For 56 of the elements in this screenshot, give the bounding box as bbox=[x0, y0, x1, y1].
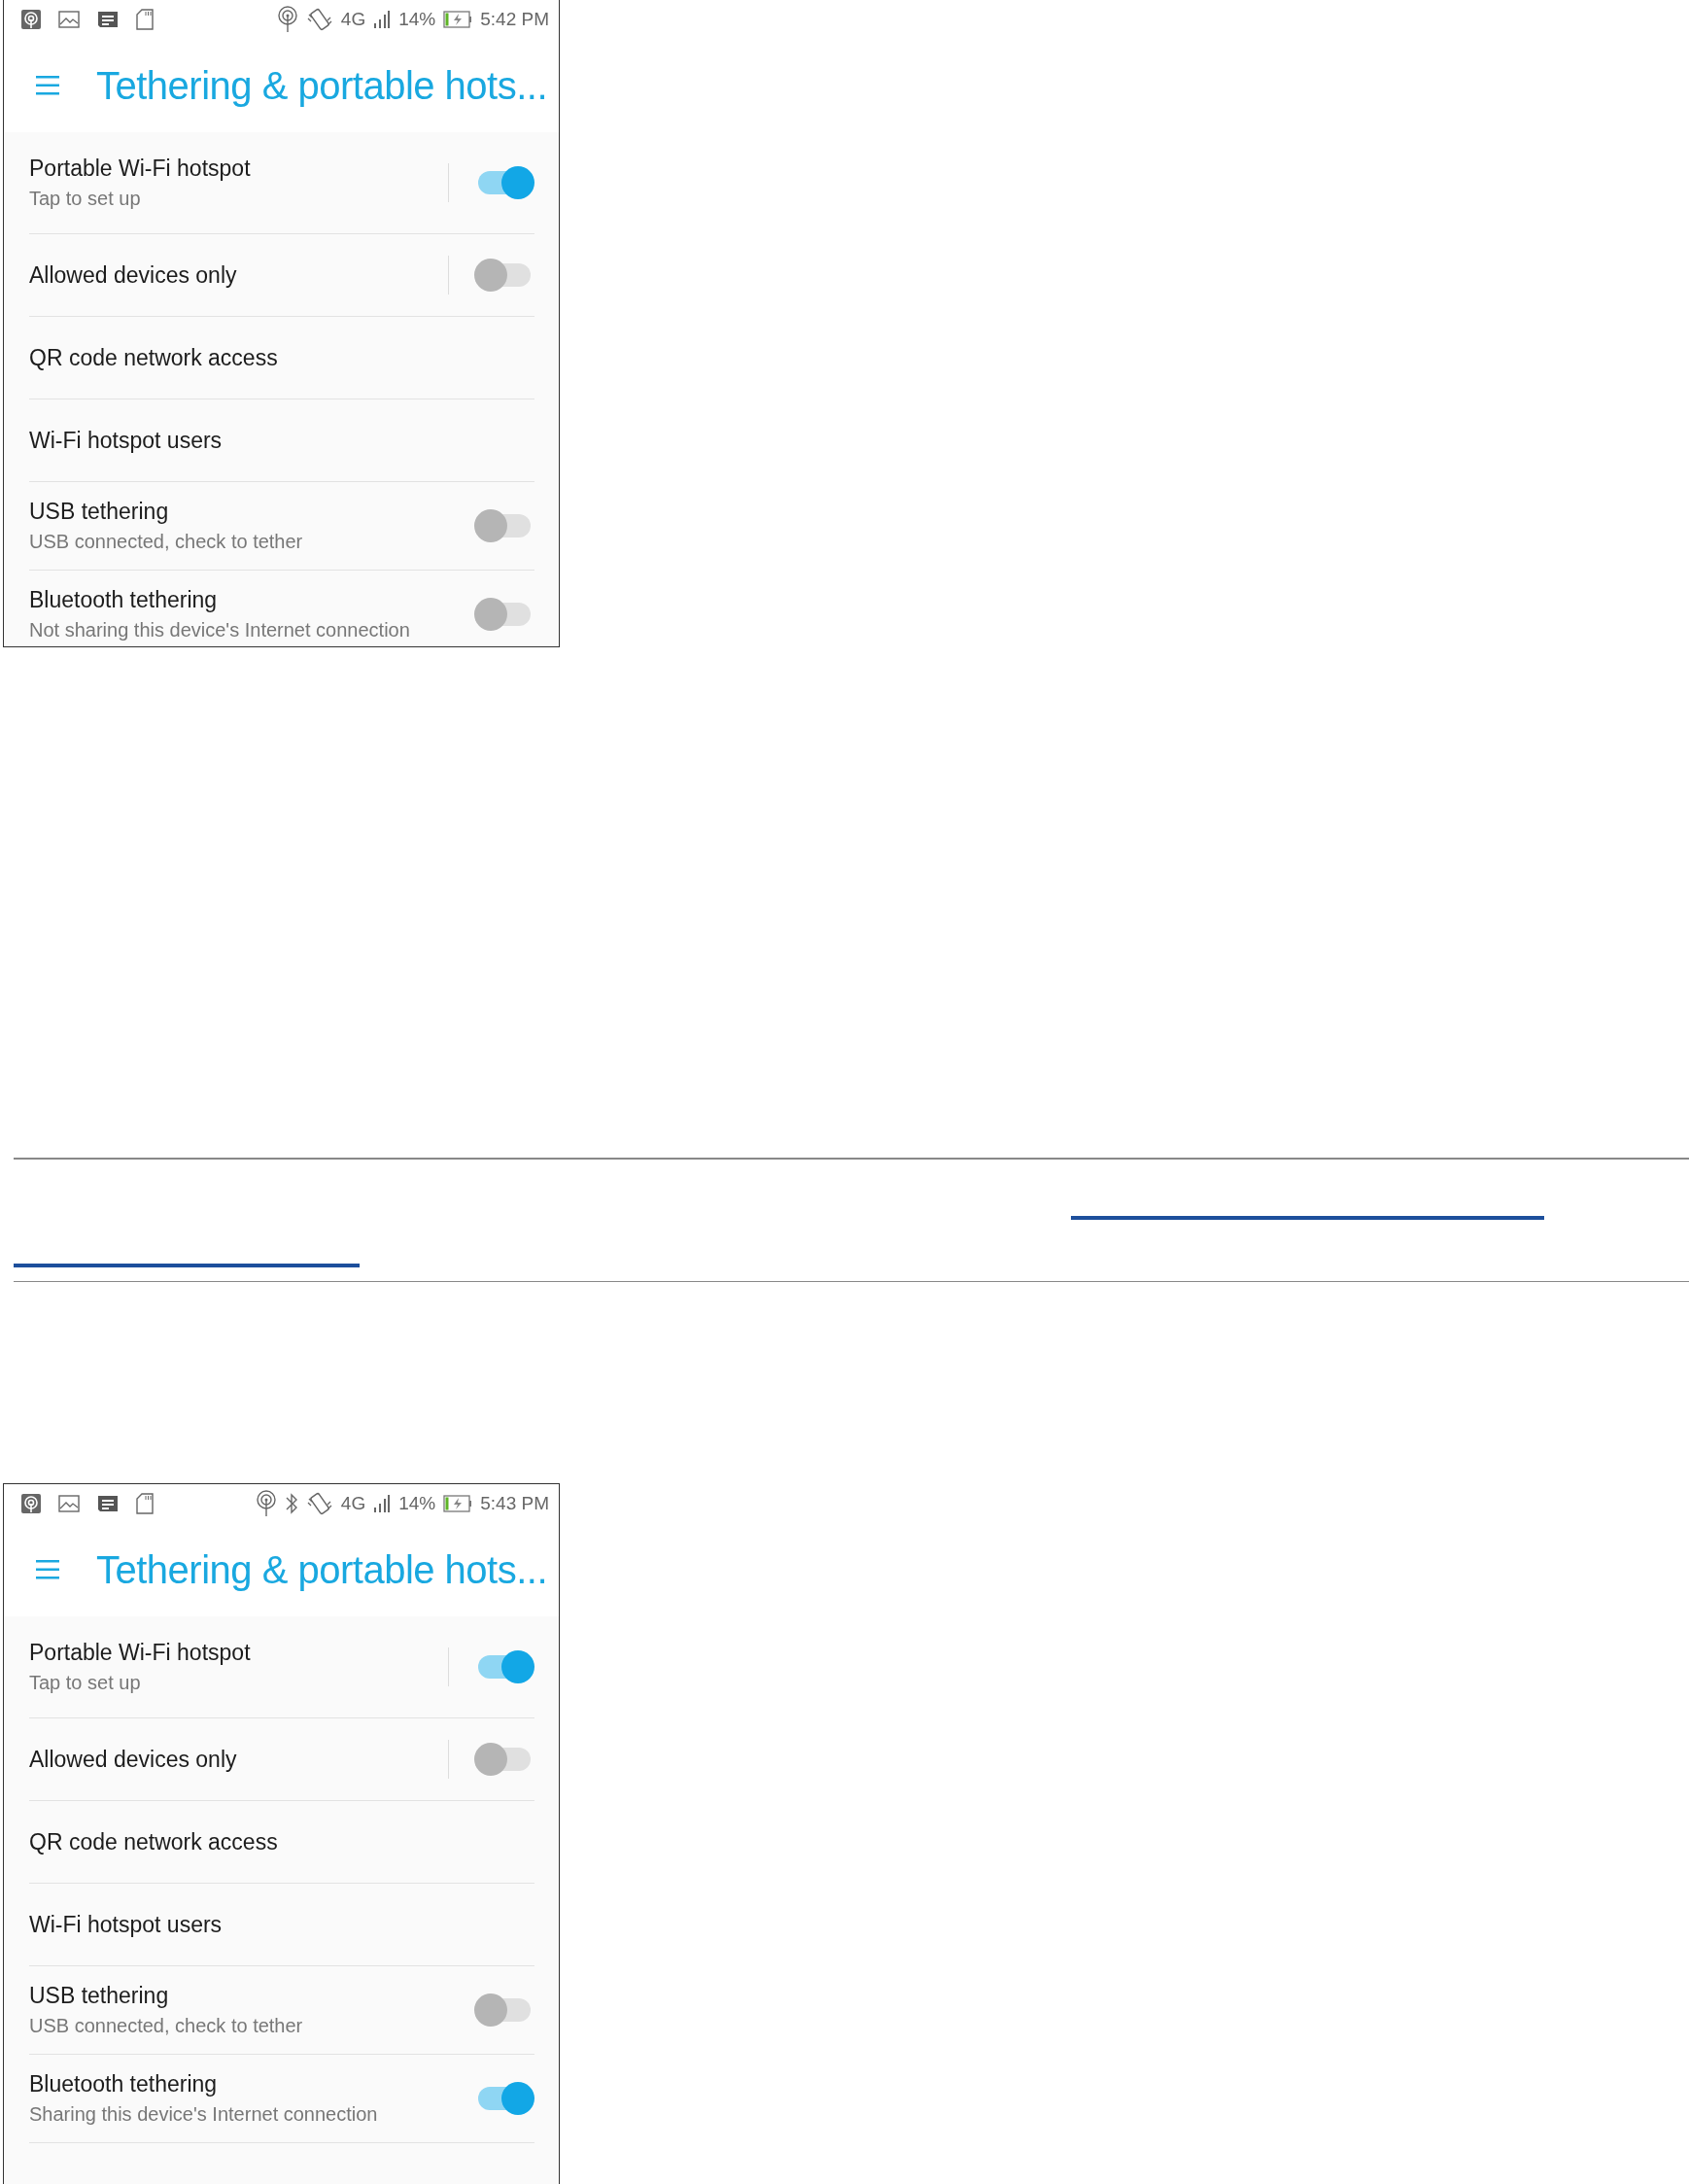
menu-icon[interactable] bbox=[35, 75, 60, 96]
hotspot-notification-icon bbox=[21, 10, 41, 29]
hotspot-notification-icon bbox=[21, 1494, 41, 1513]
item-summary: USB connected, check to tether bbox=[29, 531, 304, 553]
battery-charging-icon bbox=[443, 1495, 473, 1512]
settings-item[interactable]: Allowed devices only bbox=[29, 234, 534, 317]
item-label: USB tethering bbox=[29, 499, 170, 525]
hotspot-icon bbox=[276, 6, 298, 33]
item-label: Bluetooth tethering bbox=[29, 587, 219, 613]
settings-item[interactable]: QR code network access bbox=[29, 1801, 534, 1884]
sd-card-icon bbox=[136, 9, 154, 30]
battery-percentage: 14% bbox=[398, 1493, 436, 1514]
battery-percentage: 14% bbox=[398, 9, 436, 30]
item-label: QR code network access bbox=[29, 344, 279, 371]
item-label: Wi-Fi hotspot users bbox=[29, 427, 224, 454]
sd-card-icon bbox=[136, 1493, 154, 1514]
clock: 5:42 PM bbox=[480, 9, 549, 30]
item-label: QR code network access bbox=[29, 1828, 279, 1855]
vibrate-icon bbox=[305, 7, 333, 32]
image-icon bbox=[58, 1495, 80, 1512]
network-type: 4G bbox=[340, 9, 366, 30]
signal-icon bbox=[373, 10, 392, 29]
item-summary: USB connected, check to tether bbox=[29, 2015, 304, 2037]
vibrate-icon bbox=[305, 1491, 333, 1516]
news-icon bbox=[97, 1495, 119, 1512]
settings-item[interactable]: Bluetooth tethering Sharing this device's Internet connection bbox=[29, 2055, 534, 2143]
item-summary: Tap to set up bbox=[29, 1672, 142, 1694]
image-icon bbox=[58, 11, 80, 28]
settings-item[interactable]: QR code network access bbox=[29, 317, 534, 399]
item-label: Allowed devices only bbox=[29, 1746, 238, 1773]
item-summary: Not sharing this device's Internet connection bbox=[29, 619, 411, 641]
news-icon bbox=[97, 11, 119, 28]
item-summary: Sharing this device's Internet connection bbox=[29, 2103, 379, 2126]
menu-icon[interactable] bbox=[35, 1559, 60, 1580]
item-summary: Tap to set up bbox=[29, 188, 142, 210]
settings-item[interactable]: USB tethering USB connected, check to tether bbox=[29, 482, 534, 571]
item-label: Wi-Fi hotspot users bbox=[29, 1911, 224, 1938]
battery-charging-icon bbox=[443, 11, 473, 28]
screen-title: Tethering & portable hots... bbox=[96, 1547, 548, 1592]
screen-title: Tethering & portable hots... bbox=[96, 63, 548, 108]
item-label: Allowed devices only bbox=[29, 261, 238, 289]
item-label: Portable Wi-Fi hotspot bbox=[29, 156, 252, 182]
item-label: Portable Wi-Fi hotspot bbox=[29, 1640, 252, 1666]
clock: 5:43 PM bbox=[480, 1493, 549, 1514]
network-type: 4G bbox=[340, 1493, 366, 1514]
item-label: USB tethering bbox=[29, 1983, 170, 2009]
settings-item[interactable]: Wi-Fi hotspot users bbox=[29, 1884, 534, 1966]
settings-item[interactable]: Bluetooth tethering Not sharing this device's Internet connection bbox=[29, 571, 534, 646]
settings-item[interactable]: Wi-Fi hotspot users bbox=[29, 399, 534, 482]
settings-item[interactable]: USB tethering USB connected, check to tether bbox=[29, 1966, 534, 2055]
settings-item[interactable]: Allowed devices only bbox=[29, 1718, 534, 1801]
signal-icon bbox=[373, 1494, 392, 1513]
hotspot-icon bbox=[255, 1490, 277, 1517]
settings-item[interactable]: Portable Wi-Fi hotspot Tap to set up bbox=[29, 132, 534, 234]
settings-item[interactable]: Portable Wi-Fi hotspot Tap to set up bbox=[29, 1616, 534, 1718]
item-label: Bluetooth tethering bbox=[29, 2071, 219, 2097]
